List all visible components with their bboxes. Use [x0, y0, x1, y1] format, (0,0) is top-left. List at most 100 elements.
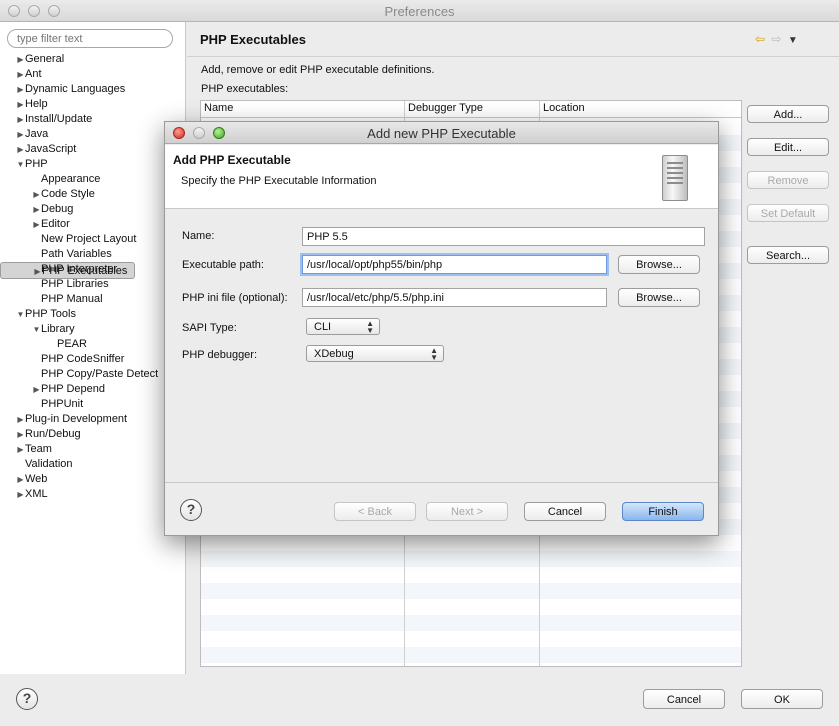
back-arrow-icon[interactable]: ⇦ — [755, 32, 765, 46]
expanded-arrow-icon[interactable]: ▼ — [16, 157, 25, 172]
expanded-arrow-icon[interactable]: ▼ — [32, 322, 41, 337]
collapsed-arrow-icon[interactable]: ▶ — [16, 52, 25, 67]
sidebar-item-label: Path Variables — [41, 248, 112, 260]
collapsed-arrow-icon[interactable]: ▶ — [16, 67, 25, 82]
sidebar-item[interactable]: PHP Manual — [0, 292, 186, 307]
collapsed-arrow-icon[interactable]: ▶ — [16, 112, 25, 127]
sidebar-item[interactable]: ▶PHP Depend — [0, 382, 186, 397]
forward-arrow-icon[interactable]: ⇨ — [771, 32, 781, 46]
dialog-subheading: Specify the PHP Executable Information — [181, 175, 377, 187]
sidebar-item-label: Validation — [25, 458, 73, 470]
sidebar-item[interactable]: ▶JavaScript — [0, 142, 186, 157]
column-header-location[interactable]: Location — [543, 102, 585, 114]
browse-executable-button[interactable]: Browse... — [618, 255, 700, 274]
sidebar-item[interactable]: PHP Interpreter — [0, 262, 186, 277]
sidebar-item[interactable]: Validation — [0, 457, 186, 472]
name-input[interactable] — [302, 227, 705, 246]
nav-buttons: ⇦ ⇨ ▼ — [755, 32, 801, 46]
php-ini-input[interactable] — [302, 288, 607, 307]
sidebar-item[interactable]: ▶Java — [0, 127, 186, 142]
sidebar-item[interactable]: ▼Library — [0, 322, 186, 337]
search-button[interactable]: Search... — [747, 246, 829, 264]
sidebar-item[interactable]: ▶XML — [0, 487, 186, 502]
sidebar-item-label: General — [25, 53, 65, 65]
sidebar-item[interactable]: PHPUnit — [0, 397, 186, 412]
sidebar-item[interactable]: ▶Team — [0, 442, 186, 457]
sidebar-item[interactable]: Path Variables — [0, 247, 186, 262]
sidebar-item[interactable]: Appearance — [0, 172, 186, 187]
sidebar-item-label: Team — [25, 443, 52, 455]
sidebar-item-label: PHP CodeSniffer — [41, 353, 125, 365]
collapsed-arrow-icon[interactable]: ▶ — [32, 217, 41, 232]
sidebar-item[interactable]: PHP CodeSniffer — [0, 352, 186, 367]
set-default-button[interactable]: Set Default — [747, 204, 829, 222]
sidebar-item[interactable]: ▶Plug-in Development — [0, 412, 186, 427]
collapsed-arrow-icon[interactable]: ▶ — [16, 412, 25, 427]
browse-ini-button[interactable]: Browse... — [618, 288, 700, 307]
cancel-button[interactable]: Cancel — [643, 689, 725, 709]
sidebar-item[interactable]: PHP Libraries — [0, 277, 186, 292]
php-debugger-value: XDebug — [314, 348, 354, 360]
dialog-cancel-button[interactable]: Cancel — [524, 502, 606, 521]
sidebar-item[interactable]: ▶Install/Update — [0, 112, 186, 127]
collapsed-arrow-icon[interactable]: ▶ — [16, 142, 25, 157]
sidebar-item[interactable]: ▶Help — [0, 97, 186, 112]
page-title: PHP Executables — [200, 32, 306, 47]
sidebar-item-label: Debug — [41, 203, 74, 215]
sidebar-item-label: Run/Debug — [25, 428, 81, 440]
sidebar-item[interactable]: ▶Debug — [0, 202, 186, 217]
back-button[interactable]: < Back — [334, 502, 416, 521]
sidebar-item-label: Library — [41, 323, 75, 335]
expanded-arrow-icon[interactable]: ▼ — [16, 307, 25, 322]
sidebar-item[interactable]: ▶Run/Debug — [0, 427, 186, 442]
name-label: Name: — [182, 230, 215, 242]
collapsed-arrow-icon[interactable]: ▶ — [32, 202, 41, 217]
sidebar-item[interactable]: ▶Dynamic Languages — [0, 82, 186, 97]
executable-path-input[interactable] — [302, 255, 607, 274]
help-icon[interactable]: ? — [16, 688, 38, 710]
sidebar-item[interactable]: ▼PHP Tools — [0, 307, 186, 322]
dialog-title: Add new PHP Executable — [367, 126, 516, 141]
collapsed-arrow-icon[interactable]: ▶ — [32, 382, 41, 397]
sapi-type-label: SAPI Type: — [182, 322, 237, 334]
executables-label: PHP executables: — [201, 83, 289, 95]
sidebar-item-label: XML — [25, 488, 48, 500]
sidebar-item[interactable]: New Project Layout — [0, 232, 186, 247]
next-button[interactable]: Next > — [426, 502, 508, 521]
php-debugger-select[interactable]: XDebug ▲ ▼ — [306, 345, 444, 362]
collapsed-arrow-icon[interactable]: ▶ — [16, 442, 25, 457]
filter-input[interactable] — [7, 29, 173, 48]
collapsed-arrow-icon[interactable]: ▶ — [16, 472, 25, 487]
window-title: Preferences — [384, 4, 455, 19]
sapi-type-select[interactable]: CLI ▲ ▼ — [306, 318, 380, 335]
collapsed-arrow-icon[interactable]: ▶ — [16, 487, 25, 502]
finish-button[interactable]: Finish — [622, 502, 704, 521]
sidebar-item-label: Install/Update — [25, 113, 93, 125]
sidebar-item[interactable]: ▼PHP — [0, 157, 186, 172]
view-menu-icon[interactable]: ▼ — [788, 35, 798, 46]
ok-button[interactable]: OK — [741, 689, 823, 709]
sidebar-item[interactable]: PEAR — [0, 337, 186, 352]
collapsed-arrow-icon[interactable]: ▶ — [16, 82, 25, 97]
sidebar-item-label: PHP Tools — [25, 308, 76, 320]
sidebar-item[interactable]: ▶General — [0, 52, 186, 67]
dialog-help-icon[interactable]: ? — [180, 499, 202, 521]
collapsed-arrow-icon[interactable]: ▶ — [32, 187, 41, 202]
sidebar-item[interactable]: ▶Ant — [0, 67, 186, 82]
sidebar-item-label: PHP Interpreter — [41, 263, 118, 275]
sidebar-item-label: New Project Layout — [41, 233, 137, 245]
edit-button[interactable]: Edit... — [747, 138, 829, 156]
pane-divider — [187, 56, 839, 57]
column-header-name[interactable]: Name — [204, 102, 233, 114]
sidebar-item[interactable]: ▶Code Style — [0, 187, 186, 202]
collapsed-arrow-icon[interactable]: ▶ — [16, 427, 25, 442]
sidebar-item-label: PHP Manual — [41, 293, 103, 305]
remove-button[interactable]: Remove — [747, 171, 829, 189]
column-header-debugger-type[interactable]: Debugger Type — [408, 102, 483, 114]
add-button[interactable]: Add... — [747, 105, 829, 123]
sidebar-item[interactable]: PHP Copy/Paste Detect — [0, 367, 186, 382]
sidebar-item[interactable]: ▶Web — [0, 472, 186, 487]
collapsed-arrow-icon[interactable]: ▶ — [16, 127, 25, 142]
collapsed-arrow-icon[interactable]: ▶ — [16, 97, 25, 112]
sidebar-item[interactable]: ▶Editor — [0, 217, 186, 232]
